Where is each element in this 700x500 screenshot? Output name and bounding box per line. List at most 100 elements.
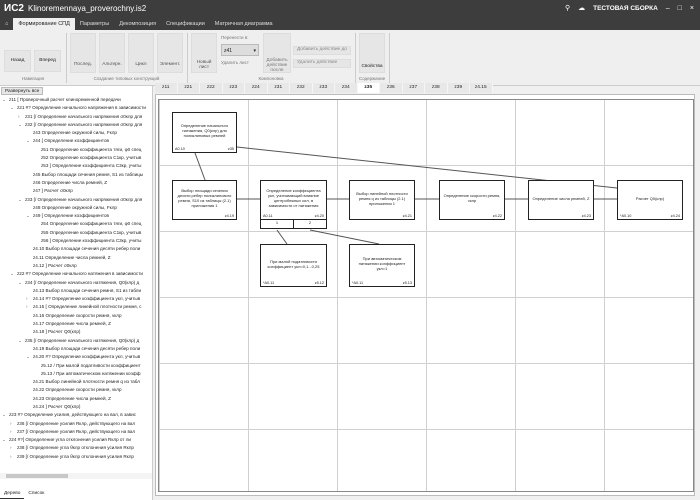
tree-item[interactable]: ⌄ z21 #? Определение начального напряжени… bbox=[2, 104, 152, 112]
tree-item[interactable]: z4.21 Выбор линейной плотности ремня q и… bbox=[2, 378, 152, 386]
tree-item[interactable]: ⌄ z22 #? Определение начального натяжения… bbox=[2, 270, 152, 278]
sheet-tab[interactable]: z35 bbox=[357, 83, 380, 93]
tree-item[interactable]: z4.18 ] Расчет Q0(клр) bbox=[2, 328, 152, 336]
chevron-down-icon[interactable]: ⌄ bbox=[18, 279, 25, 287]
sheet-tab[interactable]: z11 bbox=[155, 83, 178, 93]
tree-item[interactable]: › z37 [/ Определение усилия Rклр, действу… bbox=[2, 428, 152, 436]
sheet-tab[interactable]: z39 bbox=[447, 83, 470, 93]
minimize-button[interactable]: – bbox=[666, 5, 670, 12]
tree-item[interactable]: ⌄ z24 #?[ Определение угла отклонения уси… bbox=[2, 436, 152, 444]
chevron-down-icon[interactable]: ⌄ bbox=[2, 96, 9, 104]
tree-item[interactable]: z4.19 Выбор площади сечения десяти ребер… bbox=[2, 345, 152, 353]
sheet-tab[interactable]: z21 bbox=[177, 83, 200, 93]
tree-item[interactable]: z5.13 / При автоматическом натяжении коэ… bbox=[2, 370, 152, 378]
tree-item[interactable]: z4.17 Определение числа ремней, Z bbox=[2, 320, 152, 328]
action-block-z4-21[interactable]: Выбор линейной плотности ремня q из табл… bbox=[349, 180, 415, 220]
tree-item[interactable]: › z31 [/ Определение начального напряжени… bbox=[2, 113, 152, 121]
tree-item[interactable]: ⌄ z35 [/ Определение начального натяжения… bbox=[2, 337, 152, 345]
action-block-z4-22[interactable]: Определение скорости ремня, vклр z4.22 bbox=[439, 180, 505, 220]
chevron-down-icon[interactable]: ⌄ bbox=[18, 121, 25, 129]
chevron-down-icon[interactable]: ⌄ bbox=[2, 411, 9, 419]
back-button[interactable]: Назад bbox=[4, 50, 31, 72]
sheet-tab[interactable]: z37 bbox=[402, 83, 425, 93]
tree-item[interactable]: z4.13 Выбор площади сечения ремня, S1 из… bbox=[2, 287, 152, 295]
tree-item[interactable]: › z36 [/ Определение усилия Rклр, действу… bbox=[2, 420, 152, 428]
home-icon[interactable]: ⌂ bbox=[0, 18, 13, 30]
chevron-right-icon[interactable]: › bbox=[10, 420, 17, 428]
chevron-right-icon[interactable]: › bbox=[10, 444, 17, 452]
sheet-tab[interactable]: z32 bbox=[290, 83, 313, 93]
tree-item[interactable]: z4.10 Выбор площади сечения десяти ребер… bbox=[2, 245, 152, 253]
chevron-right-icon[interactable]: › bbox=[26, 303, 33, 311]
tree-item[interactable]: z45 Выбор площади сечения ремня, S1 из т… bbox=[2, 171, 152, 179]
expand-all-button[interactable]: Развернуть все bbox=[1, 87, 44, 95]
tree-item[interactable]: ⌄ z23 #? Определение усилия, действующего… bbox=[2, 411, 152, 419]
tree-item[interactable]: › z4.14 #? Определение коэффициента укл, … bbox=[2, 295, 152, 303]
tree-item[interactable]: z54 Определение коэффициента тяги, φ0 сп… bbox=[2, 220, 152, 228]
sheet-tab[interactable]: z24 bbox=[245, 83, 268, 93]
tree-item[interactable]: z4.16 Определение скорости ремня, vклр bbox=[2, 312, 152, 320]
tree-item[interactable]: z4.23 Определение числа ремней, Z bbox=[2, 395, 152, 403]
tab-matrix[interactable]: Матричная диаграмма bbox=[210, 18, 278, 30]
tab-specifications[interactable]: Спецификации bbox=[161, 18, 210, 30]
tree-item[interactable]: ⌄ z33 [/ Определение начального напряжени… bbox=[2, 196, 152, 204]
chevron-down-icon[interactable]: ⌄ bbox=[2, 436, 9, 444]
cycle-button[interactable]: Цикл bbox=[128, 33, 154, 73]
sheet-tab[interactable]: z31 bbox=[267, 83, 290, 93]
sheet-tab[interactable]: z33 bbox=[312, 83, 335, 93]
tree-item[interactable]: z4.22 Определение скорости ремня, vклр bbox=[2, 386, 152, 394]
tree-item[interactable]: z43 Определение окружной силы, Fклр bbox=[2, 129, 152, 137]
tree-item[interactable]: z4.24 ] Расчет Q0(клр) bbox=[2, 403, 152, 411]
chevron-down-icon[interactable]: ⌄ bbox=[26, 212, 33, 220]
action-block-z4-24[interactable]: Расчет Q0(клр) *A0.10 z4.24 bbox=[617, 180, 683, 220]
chevron-right-icon[interactable]: › bbox=[26, 295, 33, 303]
alt-button[interactable]: Альтерн. bbox=[99, 33, 125, 73]
tab-parameters[interactable]: Параметры bbox=[75, 18, 114, 30]
action-block-z35[interactable]: Определение начального натяжения, Q0(клр… bbox=[172, 112, 237, 153]
chevron-right-icon[interactable]: › bbox=[10, 428, 17, 436]
tab-decomposition[interactable]: Декомпозиция bbox=[114, 18, 161, 30]
cloud-icon[interactable]: ☁ bbox=[578, 4, 585, 12]
sheet-tab[interactable]: z36 bbox=[380, 83, 403, 93]
user-icon[interactable]: ⚲ bbox=[565, 4, 570, 12]
sheet-tab[interactable]: z38 bbox=[425, 83, 448, 93]
delete-sheet-button[interactable]: Удалить лист bbox=[221, 60, 249, 65]
tree-item[interactable]: z47 ] Расчет σ0клр bbox=[2, 187, 152, 195]
chevron-down-icon[interactable]: ⌄ bbox=[10, 104, 17, 112]
tree-item[interactable]: z5.12 / При малой податливости коэффицие… bbox=[2, 362, 152, 370]
sheet-tab[interactable]: z23 bbox=[222, 83, 245, 93]
tab-tree[interactable]: Дерево bbox=[0, 489, 25, 499]
sheet-tab[interactable]: z34 bbox=[335, 83, 358, 93]
tree-item[interactable]: z51 Определение коэффициента тяги, φ0 сп… bbox=[2, 146, 152, 154]
tree-item[interactable]: ⌄ z11 [ Проверочный расчет клиноременной … bbox=[2, 96, 152, 104]
tab-formation[interactable]: Формирование СПД bbox=[13, 18, 75, 30]
add-before-button[interactable]: Добавить действие до bbox=[293, 46, 351, 55]
action-block-z5-12[interactable]: При малой податливости коэффициент укл=0… bbox=[260, 244, 327, 287]
branch-2[interactable]: 2 bbox=[294, 220, 326, 228]
tree-item[interactable]: z55 Определение коэффициента C1кр, учиты… bbox=[2, 229, 152, 237]
close-button[interactable]: × bbox=[690, 5, 694, 12]
action-block-z5-13[interactable]: При автоматическом натяжении коэффициент… bbox=[349, 244, 415, 287]
add-after-button[interactable]: Добавить действие после bbox=[263, 33, 291, 73]
tree-item[interactable]: ⌄ z32 [/ Определение начального напряжени… bbox=[2, 121, 152, 129]
chevron-down-icon[interactable]: ⌄ bbox=[26, 353, 33, 361]
tree-item[interactable]: ⌄ z44 [ Определение коэффициентов bbox=[2, 137, 152, 145]
new-sheet-button[interactable]: Новый лист bbox=[191, 33, 217, 73]
action-block-z4-19[interactable]: Выбор площади сечения десяти ребер полик… bbox=[172, 180, 237, 220]
properties-button[interactable]: Свойства bbox=[359, 33, 385, 73]
tree-item[interactable]: z53 ] Определение коэффициента C3кр, учи… bbox=[2, 162, 152, 170]
tab-list[interactable]: Список bbox=[24, 489, 48, 499]
tree-item[interactable]: ⌄ z49 [ Определение коэффициентов bbox=[2, 212, 152, 220]
sheet-tab[interactable]: z4.15 bbox=[470, 83, 493, 93]
chevron-down-icon[interactable]: ⌄ bbox=[26, 137, 33, 145]
tree-item[interactable]: ⌄ z34 [/ Определение начального натяжения… bbox=[2, 279, 152, 287]
action-block-z4-20[interactable]: Определение коэффициента укл, учитывающи… bbox=[260, 180, 327, 220]
tree-item[interactable]: z4.11 Определение числа ремней, Z bbox=[2, 254, 152, 262]
tree-item[interactable]: ⌄ z4.20 #? Определение коэффициента укл, … bbox=[2, 353, 152, 361]
horizontal-scrollbar[interactable] bbox=[0, 473, 152, 479]
element-button[interactable]: Элемент. bbox=[157, 33, 183, 73]
chevron-down-icon[interactable]: ⌄ bbox=[18, 196, 25, 204]
sheet-tab[interactable]: z22 bbox=[200, 83, 223, 93]
tree-item[interactable]: › z39 [/ Определение угла θклр отклонения… bbox=[2, 453, 152, 461]
chevron-down-icon[interactable]: ⌄ bbox=[18, 337, 25, 345]
